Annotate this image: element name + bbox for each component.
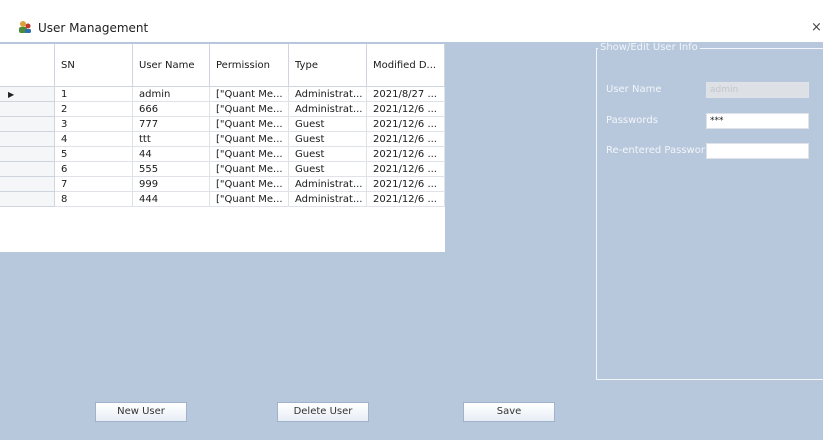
reentered-password-label: Re-entered Passwor (606, 145, 705, 156)
table-cell[interactable]: 2021/12/6 ... (367, 147, 445, 162)
row-header[interactable] (0, 147, 55, 162)
table-cell[interactable]: 5 (55, 147, 133, 162)
users-table[interactable]: SN User Name Permission Type Modified D... ▶ 1… (0, 44, 445, 252)
table-cell[interactable]: admin (133, 87, 210, 102)
table-cell[interactable]: ["Quant Me... (210, 192, 289, 207)
table-cell[interactable]: 6 (55, 162, 133, 177)
table-cell[interactable]: ["Quant Me... (210, 87, 289, 102)
table-cell[interactable]: 2021/12/6 ... (367, 177, 445, 192)
window-client-area: SN User Name Permission Type Modified D... ▶ 1… (0, 42, 823, 440)
table-cell[interactable]: Administrat... (289, 177, 367, 192)
user-info-group-title: Show/Edit User Info (598, 42, 700, 53)
column-header[interactable]: Modified D... (367, 44, 445, 87)
table-cell[interactable]: Guest (289, 162, 367, 177)
row-header[interactable] (0, 177, 55, 192)
table-cell[interactable]: 666 (133, 102, 210, 117)
column-header[interactable]: Permission (210, 44, 289, 87)
table-cell[interactable]: 8 (55, 192, 133, 207)
users-app-icon (19, 21, 31, 33)
table-cell[interactable]: 2021/12/6 ... (367, 162, 445, 177)
table-cell[interactable]: 999 (133, 177, 210, 192)
row-header[interactable] (0, 162, 55, 177)
table-cell[interactable]: ["Quant Me... (210, 177, 289, 192)
row-header[interactable] (0, 132, 55, 147)
row-header[interactable] (0, 117, 55, 132)
column-header[interactable]: User Name (133, 44, 210, 87)
title-bar: User Management × (0, 0, 823, 42)
new-user-button[interactable]: New User (95, 402, 187, 422)
table-cell[interactable]: 7 (55, 177, 133, 192)
password-field[interactable]: *** (706, 113, 809, 129)
passwords-label: Passwords (606, 115, 658, 126)
table-cell[interactable]: ["Quant Me... (210, 147, 289, 162)
table-cell[interactable]: 2021/12/6 ... (367, 117, 445, 132)
table-cell[interactable]: 4 (55, 132, 133, 147)
table-cell[interactable]: Administrat... (289, 87, 367, 102)
table-cell[interactable]: 2021/8/27 ... (367, 87, 445, 102)
table-cell[interactable]: 3 (55, 117, 133, 132)
table-cell[interactable]: 2021/12/6 ... (367, 132, 445, 147)
table-row[interactable]: 4 ttt ["Quant Me... Guest 2021/12/6 ... (0, 132, 445, 147)
save-button[interactable]: Save (463, 402, 555, 422)
row-header[interactable]: ▶ (0, 87, 55, 102)
window-title: User Management (38, 21, 149, 35)
user-name-field: admin (706, 82, 809, 98)
table-row[interactable]: 6 555 ["Quant Me... Guest 2021/12/6 ... (0, 162, 445, 177)
table-cell[interactable]: Guest (289, 132, 367, 147)
table-row[interactable]: 3 777 ["Quant Me... Guest 2021/12/6 ... (0, 117, 445, 132)
table-row[interactable]: 7 999 ["Quant Me... Administrat... 2021/12/6… (0, 177, 445, 192)
table-cell[interactable]: 2 (55, 102, 133, 117)
table-cell[interactable]: ttt (133, 132, 210, 147)
table-row[interactable]: 5 44 ["Quant Me... Guest 2021/12/6 ... (0, 147, 445, 162)
table-cell[interactable]: 555 (133, 162, 210, 177)
table-cell[interactable]: Guest (289, 147, 367, 162)
column-header[interactable]: SN (55, 44, 133, 87)
current-row-arrow-icon: ▶ (8, 90, 15, 99)
table-cell[interactable]: Guest (289, 117, 367, 132)
table-row[interactable]: ▶ 1 admin ["Quant Me... Administrat... 2021/8… (0, 87, 445, 102)
table-cell[interactable]: ["Quant Me... (210, 132, 289, 147)
column-header[interactable]: Type (289, 44, 367, 87)
row-header[interactable] (0, 192, 55, 207)
table-row[interactable]: 8 444 ["Quant Me... Administrat... 2021/12/6… (0, 192, 445, 207)
close-button[interactable]: × (811, 20, 823, 35)
table-cell[interactable]: Administrat... (289, 102, 367, 117)
table-cell[interactable]: ["Quant Me... (210, 117, 289, 132)
table-cell[interactable]: ["Quant Me... (210, 162, 289, 177)
user-name-label: User Name (606, 84, 662, 95)
table-cell[interactable]: 444 (133, 192, 210, 207)
table-cell[interactable]: 2021/12/6 ... (367, 102, 445, 117)
table-cell[interactable]: 777 (133, 117, 210, 132)
table-cell[interactable]: Administrat... (289, 192, 367, 207)
table-cell[interactable]: 44 (133, 147, 210, 162)
table-cell[interactable]: 1 (55, 87, 133, 102)
table-row[interactable]: 2 666 ["Quant Me... Administrat... 2021/12/6… (0, 102, 445, 117)
row-header-corner (0, 44, 55, 87)
delete-user-button[interactable]: Delete User (277, 402, 369, 422)
table-cell[interactable]: ["Quant Me... (210, 102, 289, 117)
table-cell[interactable]: 2021/12/6 ... (367, 192, 445, 207)
reentered-password-field[interactable] (706, 143, 809, 159)
row-header[interactable] (0, 102, 55, 117)
